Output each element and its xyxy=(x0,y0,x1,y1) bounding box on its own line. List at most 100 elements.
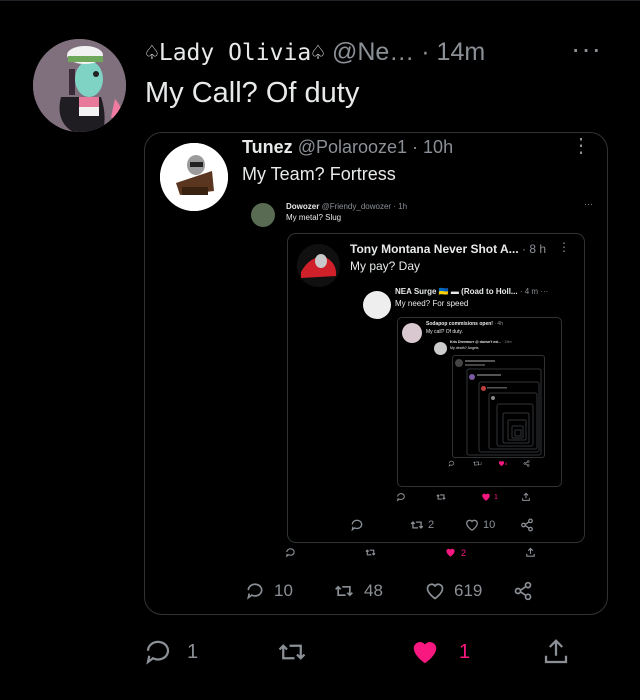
quoted-handle[interactable]: @Polarooze1 xyxy=(298,137,407,157)
heart-filled-icon xyxy=(446,548,455,557)
level4-reply-button[interactable] xyxy=(396,492,436,502)
reply-icon xyxy=(448,460,455,467)
level4-bio: (Road to Holl... xyxy=(461,287,518,296)
reply-icon xyxy=(396,493,405,502)
level2-like-button[interactable]: 2 xyxy=(445,547,525,558)
tweet-actions: 1 1 xyxy=(143,634,583,670)
heart-filled-icon xyxy=(482,493,490,501)
level5-like-count: 8 xyxy=(505,461,508,466)
level4-retweet-button[interactable] xyxy=(436,492,481,502)
level5-display-name[interactable]: Sodapop xyxy=(426,321,447,327)
quoted-display-name[interactable]: Tunez xyxy=(242,137,293,157)
level5-card[interactable]: Sodapop commisions open! · 4h My call? O… xyxy=(397,317,562,487)
level2-avatar[interactable] xyxy=(251,203,275,227)
reply-button[interactable]: 1 xyxy=(143,637,275,667)
handle[interactable]: @Ne… xyxy=(332,38,414,66)
reply-icon xyxy=(285,548,295,558)
reply-icon xyxy=(247,583,263,600)
level2-retweet-button[interactable] xyxy=(365,547,445,558)
level3-avatar-art-icon xyxy=(297,244,340,287)
level6-display-name[interactable]: Kris Dreemurr @ doesn't exi... xyxy=(450,340,501,344)
level2-header: Dowozer @Friendy_dowozer · 1h xyxy=(286,202,407,211)
level5-share-button[interactable] xyxy=(523,460,543,467)
level2-share-button[interactable] xyxy=(525,547,536,558)
quoted-timestamp[interactable]: · 10h xyxy=(412,137,453,157)
quoted-avatar[interactable] xyxy=(160,143,228,211)
like-button[interactable]: 1 xyxy=(409,637,541,667)
quoted-reply-count: 10 xyxy=(274,581,293,600)
level2-more-icon[interactable]: ··· xyxy=(584,199,593,209)
level2-display-name[interactable]: Dowozer xyxy=(286,202,319,211)
share-button[interactable] xyxy=(541,637,571,667)
tweet-text: My Call? Of duty xyxy=(145,77,360,109)
level3-text: My pay? Day xyxy=(350,259,421,273)
level3-display-name[interactable]: Tony Montana Never Shot A... xyxy=(350,242,519,256)
avatar[interactable] xyxy=(33,39,126,132)
reply-icon xyxy=(351,519,363,532)
level4-avatar[interactable] xyxy=(363,291,391,319)
top-divider xyxy=(0,0,640,1)
timestamp[interactable]: 14m xyxy=(437,38,486,66)
level5-text: My call? Of duty. xyxy=(426,329,463,335)
quoted-share-button[interactable] xyxy=(513,581,533,601)
retweet-button[interactable] xyxy=(275,637,409,667)
level7-card[interactable] xyxy=(452,355,545,458)
level6-avatar[interactable] xyxy=(434,342,447,355)
retweet-icon xyxy=(410,521,424,529)
level4-more-icon[interactable]: ··· xyxy=(540,287,548,296)
level4-timestamp[interactable]: · 4 m xyxy=(520,287,538,296)
level5-bio: commisions open! xyxy=(448,321,493,327)
share-icon xyxy=(523,460,530,467)
level3-retweet-count: 2 xyxy=(428,519,435,531)
quoted-retweet-button[interactable]: 48 xyxy=(333,581,425,601)
display-name[interactable]: ♤Lady Olivia♤ xyxy=(145,40,325,66)
quoted-tweet[interactable]: Tunez @Polarooze1 · 10h ⋮ My Team? Fortr… xyxy=(144,132,608,615)
separator-dot: · xyxy=(421,38,430,66)
quoted-reply-button[interactable]: 10 xyxy=(245,581,333,601)
share-icon xyxy=(522,492,530,501)
level2-handle[interactable]: @Friendy_dowozer · 1h xyxy=(322,202,408,211)
level6-text: My death? Angels xyxy=(450,346,479,350)
level3-like-button[interactable]: 10 xyxy=(465,518,520,532)
level5-timestamp[interactable]: · 4h xyxy=(494,321,503,327)
level3-timestamp[interactable]: · 8 h xyxy=(522,242,546,256)
level3-more-icon[interactable]: ⋮ xyxy=(558,240,570,254)
level5-like-button[interactable]: 8 xyxy=(498,460,523,467)
quoted-avatar-art-icon xyxy=(160,143,228,211)
level5-retweet-button[interactable]: 2 xyxy=(473,460,498,467)
quoted-more-icon[interactable]: ⋮ xyxy=(571,133,591,158)
retweet-icon xyxy=(365,549,376,556)
level3-header: Tony Montana Never Shot A... · 8 h xyxy=(350,242,546,256)
level3-avatar[interactable] xyxy=(297,244,340,287)
level4-text: My need? For speed xyxy=(395,299,469,308)
level6-timestamp[interactable]: · 19m xyxy=(502,340,511,344)
level3-reply-button[interactable] xyxy=(350,518,410,532)
level3-retweet-button[interactable]: 2 xyxy=(410,518,465,532)
more-options-icon[interactable]: ··· xyxy=(571,33,602,65)
level3-like-count: 10 xyxy=(483,519,496,531)
level6-header: Kris Dreemurr @ doesn't exi... · 19m xyxy=(450,340,511,344)
heart-filled-icon xyxy=(498,461,505,467)
level5-header: Sodapop commisions open! · 4h xyxy=(426,321,503,327)
level3-card[interactable]: Tony Montana Never Shot A... · 8 h ⋮ My … xyxy=(287,233,585,543)
level2-text: My metal? Slug xyxy=(286,213,342,222)
level2-reply-button[interactable] xyxy=(285,547,365,558)
level3-share-button[interactable] xyxy=(520,518,534,532)
level5-avatar[interactable] xyxy=(402,323,422,343)
heart-icon xyxy=(426,583,444,600)
nested-quotes-art-icon xyxy=(455,359,542,456)
level4-display-name[interactable]: NEA Surge xyxy=(395,287,437,296)
tweet-header: ♤Lady Olivia♤ @Ne… · 14m xyxy=(145,38,485,67)
level4-header: NEA Surge 🇺🇦 ▬ (Road to Holl... · 4 m ··… xyxy=(395,287,548,296)
avatar-art-icon xyxy=(33,39,126,132)
level3-actions: 2 10 xyxy=(350,518,550,532)
quoted-actions: 10 48 619 xyxy=(245,581,545,601)
level4-like-button[interactable]: 1 xyxy=(481,492,521,502)
quoted-like-count: 619 xyxy=(454,581,483,600)
level4-actions: 1 xyxy=(396,492,546,502)
share-icon xyxy=(544,639,568,664)
level5-reply-button[interactable] xyxy=(448,460,473,467)
level4-share-button[interactable] xyxy=(521,492,531,502)
level5-actions: 2 8 xyxy=(448,460,548,467)
quoted-like-button[interactable]: 619 xyxy=(425,581,513,601)
